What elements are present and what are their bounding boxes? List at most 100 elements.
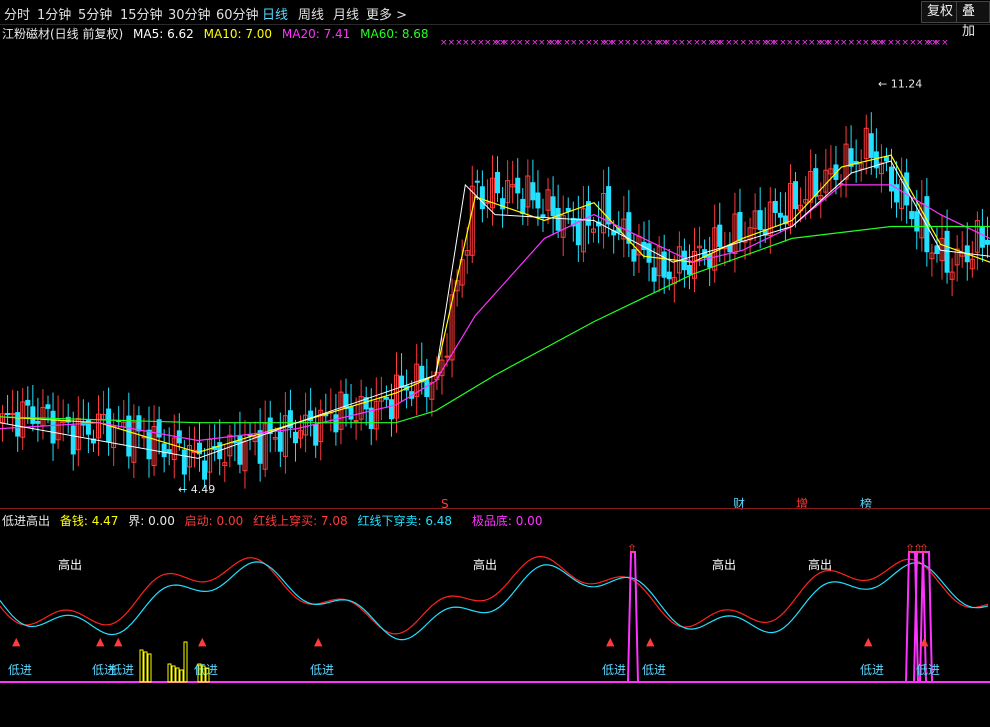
bar-0 — [147, 653, 152, 683]
beiqian-label: 备钱: 4.47 — [59, 514, 119, 528]
indicator-name: 低进高出 — [2, 514, 51, 528]
ma-line-ma20 — [0, 184, 990, 442]
candle-body — [535, 192, 541, 209]
low-label: ← 4.49 — [178, 483, 215, 496]
signal-mark: ××× — [818, 40, 841, 48]
buy-arrow-4: ▲ — [314, 635, 323, 648]
high-label: ← 11.24 — [878, 77, 922, 90]
timeframe-2[interactable]: 5分钟 — [78, 4, 112, 23]
candle-body — [515, 177, 521, 194]
candle-body — [424, 378, 430, 398]
ma60-label: MA60: 8.68 — [360, 27, 429, 41]
candle-body — [914, 211, 920, 232]
signal-mark: ××× — [548, 40, 571, 48]
signal-mark: ××× — [786, 40, 809, 48]
candle-body — [979, 227, 985, 248]
candle-body — [15, 412, 21, 437]
candle-body — [889, 166, 895, 192]
signal-mark: ××× — [624, 40, 647, 48]
signal-mark: ××× — [840, 40, 863, 48]
cyan-oscillator — [0, 561, 989, 641]
candle-body — [495, 171, 501, 194]
timeframe-1[interactable]: 1分钟 — [37, 4, 71, 23]
overlay-button[interactable]: 叠加 — [956, 1, 990, 39]
candle-body — [651, 267, 657, 282]
signal-mark: ××× — [516, 40, 539, 48]
candle-body — [161, 443, 167, 458]
candle-body — [156, 419, 162, 438]
candle-body — [848, 148, 854, 167]
candle-body — [45, 404, 51, 409]
jie-label: 界: 0.00 — [128, 514, 175, 528]
timeframe-6[interactable]: 日线 — [262, 4, 288, 23]
candle-body — [348, 406, 354, 420]
candle-body — [202, 460, 208, 480]
ma5-label: MA5: 6.62 — [133, 27, 194, 41]
signal-mark: ××× — [710, 40, 733, 48]
candle-body — [313, 423, 319, 446]
signal-mark: ××× — [926, 40, 949, 48]
buy-signal-6: 低进 — [642, 663, 666, 677]
timeframe-5[interactable]: 60分钟 — [216, 4, 259, 23]
candle-body — [25, 399, 31, 406]
candle-body — [793, 181, 799, 210]
candle-body — [555, 207, 561, 231]
timeframe-9[interactable]: 更多 > — [366, 4, 407, 23]
timeframe-4[interactable]: 30分钟 — [168, 4, 211, 23]
signal-mark: ××× — [570, 40, 593, 48]
buy-arrow-2: ▲ — [114, 635, 123, 648]
candle-body — [909, 211, 915, 219]
candle-body — [520, 198, 526, 215]
red-down-label: 红线下穿卖: 6.48 — [357, 514, 453, 528]
red-up-label: 红线上穿买: 7.08 — [253, 514, 348, 528]
candle-body — [50, 410, 56, 444]
candle-body — [474, 180, 480, 183]
buy-arrow-3: ▲ — [198, 635, 207, 648]
spike-arrow-0: ⇧ — [627, 542, 637, 556]
candle-body — [646, 243, 652, 263]
timeframe-toolbar: 分时 1分钟 5分钟 15分钟 30分钟 60分钟 日线 周线 月线 更多 > — [0, 0, 990, 25]
candle-body — [631, 249, 637, 262]
timeframe-0[interactable]: 分时 — [4, 4, 30, 23]
candle-body — [500, 198, 506, 210]
signal-mark: ××× — [872, 40, 895, 48]
sell-signal-0: 高出 — [58, 557, 82, 572]
price-chart[interactable]: ××× ××× ×××××× ××× ×××××× ××× ×××××× ××× ×××××× ×… — [0, 40, 990, 510]
candle-body — [5, 412, 11, 415]
bar-0 — [139, 649, 144, 683]
spike-0 — [627, 551, 639, 683]
candle-body — [772, 200, 778, 213]
bar-1 — [171, 665, 176, 683]
candle-body — [984, 239, 990, 245]
candle-body — [444, 355, 450, 358]
candle-body — [717, 224, 723, 247]
candle-body — [383, 396, 389, 400]
buy-arrow-7: ▲ — [864, 635, 873, 648]
buy-signal-2: 低进 — [110, 663, 134, 677]
candle-body — [136, 415, 142, 432]
timeframe-8[interactable]: 月线 — [333, 4, 359, 23]
candle-body — [146, 429, 152, 460]
bar-1 — [175, 667, 180, 683]
adjust-button[interactable]: 复权 — [921, 1, 960, 23]
buy-arrow-6: ▲ — [646, 635, 655, 648]
indicator-chart[interactable]: ⇧ ⇧⇧⇧低进▲低进▲低进▲低进▲低进▲低进▲低进▲低进▲低进▲高出 高出 高出 高出 — [0, 527, 990, 727]
bar-1 — [167, 663, 172, 683]
timeframe-3[interactable]: 15分钟 — [120, 4, 163, 23]
candle-body — [661, 251, 667, 278]
candle-body — [666, 271, 672, 280]
chart-title: 江粉磁材(日线 前复权) — [2, 27, 124, 41]
ma10-label: MA10: 7.00 — [203, 27, 273, 41]
candle-body — [530, 182, 536, 201]
buy-arrow-1: ▲ — [96, 635, 105, 648]
candle-body — [30, 406, 36, 424]
sell-signal-3: 高出 — [808, 557, 832, 572]
signal-mark: ××× — [462, 40, 485, 48]
candle-body — [126, 415, 132, 457]
candle-body — [550, 196, 556, 217]
signal-mark: ××× — [656, 40, 679, 48]
timeframe-7[interactable]: 周线 — [298, 4, 324, 23]
candle-body — [707, 253, 713, 268]
buy-signal-5: 低进 — [602, 663, 626, 677]
signal-mark: ××× — [764, 40, 787, 48]
